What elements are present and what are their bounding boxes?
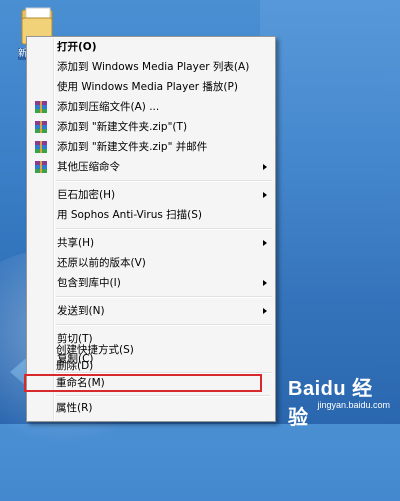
submenu-arrow-icon xyxy=(263,280,267,286)
winrar-icon xyxy=(34,100,48,114)
menu-item-label: 其他压缩命令 xyxy=(57,161,120,173)
winrar-icon xyxy=(34,140,48,154)
submenu-arrow-icon xyxy=(263,192,267,198)
winrar-icon xyxy=(34,120,48,134)
menu-item-play-with-wmp[interactable]: 使用 Windows Media Player 播放(P) xyxy=(29,77,273,97)
menu-item-label: 属性(R) xyxy=(56,402,93,414)
menu-item-add-to-wmp-list[interactable]: 添加到 Windows Media Player 列表(A) xyxy=(29,57,273,77)
menu-item-sophos-scan[interactable]: 用 Sophos Anti-Virus 扫描(S) xyxy=(29,205,273,225)
rename-highlight-box xyxy=(24,374,262,392)
baidu-watermark: Baidu 经验 jingyan.baidu.com xyxy=(288,372,392,429)
menu-item-properties[interactable]: 属性(R) xyxy=(28,398,272,418)
menu-item-label: 打开(O) xyxy=(57,41,97,53)
menu-separator xyxy=(56,180,272,182)
menu-separator xyxy=(56,228,272,230)
desktop-wallpaper-right xyxy=(260,0,400,424)
menu-item-other-compress[interactable]: 其他压缩命令 xyxy=(29,157,273,177)
menu-item-label: 还原以前的版本(V) xyxy=(57,257,146,269)
menu-item-label: 使用 Windows Media Player 播放(P) xyxy=(57,81,238,93)
menu-item-label: 添加到 "新建文件夹.zip" 并邮件 xyxy=(57,141,208,153)
submenu-arrow-icon xyxy=(263,240,267,246)
menu-item-add-to-archive[interactable]: 添加到压缩文件(A) ... xyxy=(29,97,273,117)
menu-item-open[interactable]: 打开(O) xyxy=(29,37,273,57)
submenu-arrow-icon xyxy=(263,308,267,314)
menu-item-add-to-zip[interactable]: 添加到 "新建文件夹.zip"(T) xyxy=(29,117,273,137)
menu-separator xyxy=(56,395,270,397)
submenu-arrow-icon xyxy=(263,164,267,170)
menu-item-include-in-library[interactable]: 包含到库中(I) xyxy=(29,273,273,293)
menu-item-encrypt[interactable]: 巨石加密(H) xyxy=(29,185,273,205)
menu-item-label: 用 Sophos Anti-Virus 扫描(S) xyxy=(57,209,203,221)
menu-item-label: 包含到库中(I) xyxy=(57,277,121,289)
menu-separator xyxy=(56,296,272,298)
menu-item-send-to[interactable]: 发送到(N) xyxy=(29,301,273,321)
baidu-url: jingyan.baidu.com xyxy=(317,400,390,410)
menu-item-label: 巨石加密(H) xyxy=(57,189,116,201)
winrar-icon xyxy=(34,160,48,174)
menu-item-share[interactable]: 共享(H) xyxy=(29,233,273,253)
menu-item-label: 发送到(N) xyxy=(57,305,105,317)
menu-item-restore-previous[interactable]: 还原以前的版本(V) xyxy=(29,253,273,273)
menu-separator xyxy=(56,324,272,326)
menu-item-label: 添加到压缩文件(A) ... xyxy=(57,101,160,113)
menu-item-label: 添加到 "新建文件夹.zip"(T) xyxy=(57,121,188,133)
menu-item-add-to-zip-and-email[interactable]: 添加到 "新建文件夹.zip" 并邮件 xyxy=(29,137,273,157)
menu-item-label: 添加到 Windows Media Player 列表(A) xyxy=(57,61,250,73)
menu-item-label: 共享(H) xyxy=(57,237,95,249)
